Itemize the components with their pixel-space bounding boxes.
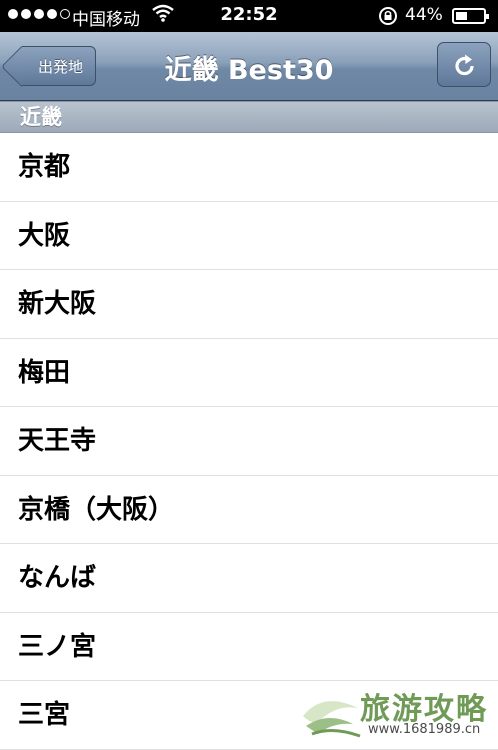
list-item[interactable]: 三ノ宮 bbox=[0, 612, 498, 681]
section-header: 近畿 bbox=[0, 101, 498, 133]
list-item[interactable]: 新大阪 bbox=[0, 270, 498, 339]
list-item[interactable]: 京都 bbox=[0, 133, 498, 202]
watermark-url: www.1681989.cn bbox=[368, 722, 481, 737]
rotation-lock-icon bbox=[378, 6, 398, 31]
watermark-logo-icon bbox=[303, 701, 361, 738]
list-item[interactable]: 梅田 bbox=[0, 338, 498, 407]
battery-percent: 44% bbox=[405, 5, 443, 25]
watermark: 旅游攻略 www.1681989.cn bbox=[298, 684, 498, 747]
list-item[interactable]: 京橋（大阪） bbox=[0, 475, 498, 544]
back-button[interactable]: 出発地 bbox=[0, 45, 96, 88]
refresh-button[interactable] bbox=[437, 42, 491, 87]
navigation-bar: 出発地 近畿 Best30 bbox=[0, 32, 498, 101]
station-list: 京都 大阪 新大阪 梅田 天王寺 京橋（大阪） なんば 三ノ宮 三宮 bbox=[0, 133, 498, 750]
refresh-icon bbox=[455, 54, 474, 76]
back-button-label: 出発地 bbox=[37, 58, 83, 76]
list-item[interactable]: 大阪 bbox=[0, 201, 498, 270]
list-item[interactable]: 天王寺 bbox=[0, 407, 498, 476]
list-item[interactable]: なんば bbox=[0, 544, 498, 613]
battery-icon bbox=[452, 8, 489, 24]
status-bar: 中国移动 22:52 44% bbox=[0, 0, 498, 32]
